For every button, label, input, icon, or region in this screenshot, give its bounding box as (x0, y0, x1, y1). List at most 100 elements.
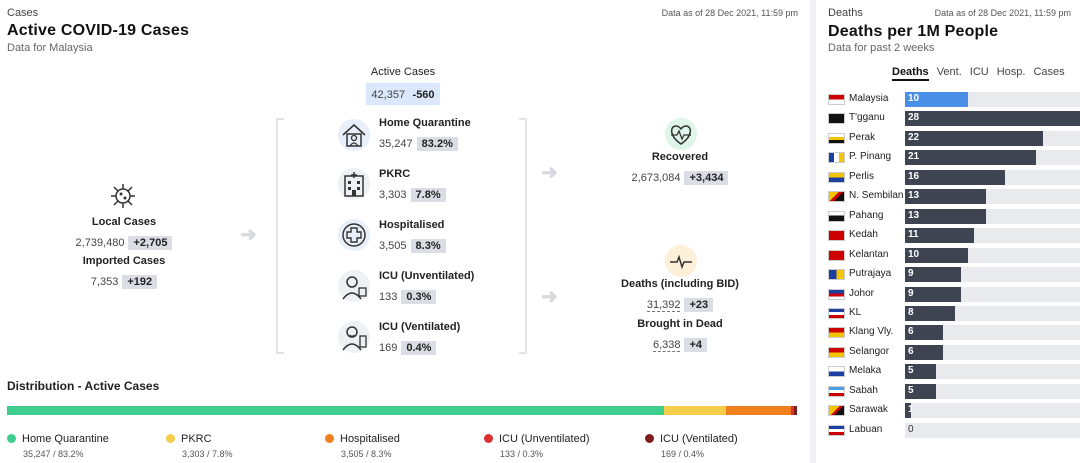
flag-icon (828, 113, 845, 125)
chart-row: Sabah 5 (828, 383, 1080, 399)
bar-value: 1 (908, 404, 914, 416)
legend-value: 169 / 0.4% (661, 449, 705, 459)
bar-track: 8 (905, 305, 1080, 321)
chart-row: Klang Vly. 6 (828, 325, 1080, 341)
local-cases-label: Local Cases (91, 216, 157, 228)
bar (905, 111, 1080, 127)
state-label: KL (849, 306, 862, 318)
building-icon (338, 168, 370, 200)
state-label: Sabah (849, 384, 878, 396)
imported-cases-value: 7,353 (90, 276, 119, 288)
bar-value: 13 (908, 209, 920, 221)
legend-item: ICU (Unventilated) 133 / 0.3% (484, 429, 589, 459)
bar-track: 11 (905, 228, 1080, 244)
bar-track: 9 (905, 286, 1080, 302)
pkrc-label: PKRC (379, 168, 411, 180)
imported-cases-change: +192 (122, 275, 158, 289)
icu-unventilated-pct: 0.3% (401, 290, 437, 304)
distribution-title: Distribution - Active Cases (7, 379, 160, 393)
local-cases-block: Local Cases 2,739,480 +2,705 (54, 216, 194, 251)
chart-row: Kedah 11 (828, 228, 1080, 244)
legend-label: PKRC (181, 433, 212, 445)
data-as-of: Data as of 28 Dec 2021, 11:59 pm (661, 8, 798, 18)
legend-item: Home Quarantine 35,247 / 83.2% (7, 429, 109, 459)
page-title: Active COVID-19 Cases (7, 22, 190, 39)
bar-value: 10 (908, 93, 920, 104)
deaths-panel: Deaths Data as of 28 Dec 2021, 11:59 pm … (816, 0, 1080, 463)
chart-row: N. Sembilan 13 (828, 189, 1080, 205)
distribution-segment (793, 406, 797, 415)
state-label: Selangor (849, 345, 890, 357)
state-label: Perlis (849, 170, 875, 182)
state-label: Putrajaya (849, 268, 892, 280)
imported-cases-block: Imported Cases 7,353 +192 (54, 255, 194, 290)
state-label: Kedah (849, 229, 878, 241)
bid-value: 6,338 (652, 339, 681, 352)
bar-value: 16 (908, 170, 920, 182)
bar (905, 130, 1043, 146)
section-label: Cases (7, 7, 39, 19)
active-cases-label: Active Cases (370, 66, 436, 78)
active-cases-value: 42,357 (371, 89, 406, 101)
legend-dot (325, 434, 334, 443)
state-label: T'gganu (849, 112, 885, 124)
legend-label: ICU (Unventilated) (499, 433, 590, 445)
icu-ventilated-block: ICU (Ventilated) 169 0.4% (379, 321, 460, 356)
home-quarantine-value: 35,247 (379, 138, 413, 150)
chart-row: Melaka 5 (828, 364, 1080, 380)
bar-value: 6 (908, 345, 914, 357)
bar-track: 28 (905, 111, 1080, 127)
legend-dot (645, 434, 654, 443)
chart-row: KL 8 (828, 305, 1080, 321)
bar-value: 0 (908, 423, 914, 435)
arrow-icon: ➜ (240, 224, 257, 246)
state-label: Sarawak (849, 404, 888, 416)
tab-hosp[interactable]: Hosp. (997, 66, 1026, 78)
tab-cases[interactable]: Cases (1033, 66, 1064, 78)
chart-row: Labuan 0 (828, 422, 1080, 438)
hospitalised-value: 3,505 (379, 240, 407, 252)
tab-icu[interactable]: ICU (970, 66, 989, 78)
legend-item: ICU (Ventilated) 169 / 0.4% (645, 429, 738, 459)
deaths-change: +23 (684, 298, 714, 312)
home-quarantine-label: Home Quarantine (379, 117, 471, 129)
chart-row: Sarawak 1 (828, 403, 1080, 419)
chart-row: Johor 9 (828, 286, 1080, 302)
bar-track: 13 (905, 189, 1080, 205)
home-quarantine-pct: 83.2% (416, 137, 458, 151)
active-cases-panel: Cases Data as of 28 Dec 2021, 11:59 pm A… (0, 0, 810, 463)
flag-icon (828, 191, 845, 203)
left-bracket (276, 118, 284, 354)
data-as-of: Data as of 28 Dec 2021, 11:59 pm (934, 8, 1071, 18)
pulse-icon (665, 245, 697, 277)
home-quarantine-block: Home Quarantine 35,247 83.2% (379, 117, 471, 152)
active-cases-block: Active Cases 42,357 -560 (343, 66, 463, 105)
pkrc-value: 3,303 (379, 189, 407, 201)
distribution-segment (664, 406, 726, 415)
icu-ventilated-label: ICU (Ventilated) (379, 321, 461, 333)
chart-row: T'gganu 28 (828, 111, 1080, 127)
state-label: Kelantan (849, 248, 889, 260)
bar-track: 22 (905, 130, 1080, 146)
flag-icon (828, 230, 845, 242)
state-label: Melaka (849, 365, 882, 377)
state-label: P. Pinang (849, 151, 892, 163)
bar-track: 9 (905, 267, 1080, 283)
tab-deaths[interactable]: Deaths (892, 66, 929, 81)
bar-track: 6 (905, 344, 1080, 360)
icu-unventilated-block: ICU (Unventilated) 133 0.3% (379, 270, 474, 305)
panel-title: Deaths per 1M People (828, 23, 999, 40)
bar (905, 169, 1005, 185)
bar-track: 16 (905, 169, 1080, 185)
hospitalised-pct: 8.3% (410, 239, 446, 253)
patient-icon (338, 270, 370, 302)
bar-value: 21 (908, 151, 920, 163)
legend-item: Hospitalised 3,505 / 8.3% (325, 429, 400, 459)
recovered-change: +3,434 (684, 171, 729, 185)
flag-icon (828, 132, 845, 144)
pkrc-block: PKRC 3,303 7.8% (379, 168, 446, 203)
legend-dot (7, 434, 16, 443)
legend-value: 133 / 0.3% (500, 449, 544, 459)
tab-vent[interactable]: Vent. (937, 66, 962, 78)
bar-value: 13 (908, 190, 920, 202)
